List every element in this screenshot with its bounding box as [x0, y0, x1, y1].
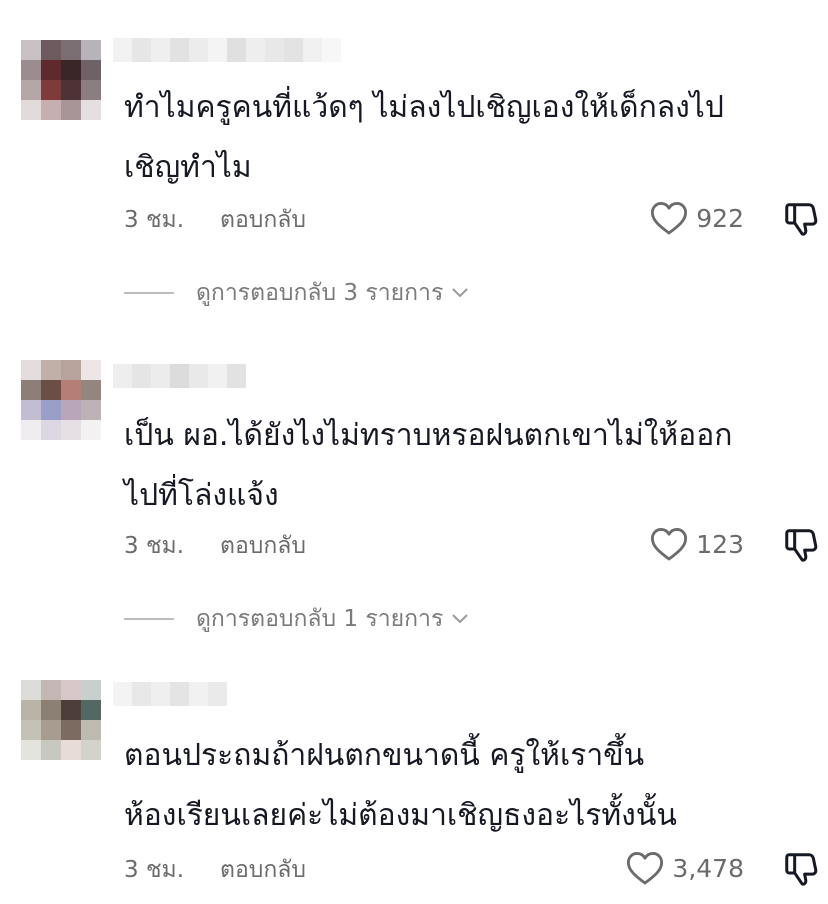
avatar[interactable] [21, 40, 101, 120]
view-replies-button[interactable]: ดูการตอบกลับ 3 รายการ [124, 276, 469, 310]
avatar[interactable] [21, 680, 101, 760]
heart-outline-icon [651, 528, 688, 561]
reply-button[interactable]: ตอบกลับ [220, 202, 306, 238]
divider-line [124, 292, 174, 294]
like-count: 123 [696, 529, 744, 559]
divider-line [124, 618, 174, 620]
username-blurred[interactable] [113, 38, 341, 62]
like-button[interactable]: 922 [650, 200, 744, 236]
reply-button[interactable]: ตอบกลับ [220, 852, 306, 888]
comment-text-line: เชิญทำไม [124, 150, 252, 185]
like-button[interactable]: 123 [650, 526, 744, 562]
comment-text-line: เป็น ผอ.ได้ยังไงไม่ทราบหรอฝนตกเขาไม่ให้อ… [124, 418, 733, 453]
reply-button[interactable]: ตอบกลับ [220, 528, 306, 564]
comment-text: ทำไมครูคนที่แว้ดๆ ไม่ลงไปเชิญเองให้เด็กล… [124, 78, 814, 198]
comment-text-line: ทำไมครูคนที่แว้ดๆ ไม่ลงไปเชิญเองให้เด็กล… [124, 90, 724, 125]
thumbs-down-icon[interactable] [782, 200, 820, 238]
view-replies-label: ดูการตอบกลับ 1 รายการ [196, 606, 444, 632]
comment-text: ตอนประถมถ้าฝนตกขนาดนี้ ครูให้เราขึ้น ห้อ… [124, 726, 814, 846]
view-replies-label: ดูการตอบกลับ 3 รายการ [196, 280, 444, 306]
view-replies-button[interactable]: ดูการตอบกลับ 1 รายการ [124, 602, 469, 636]
avatar[interactable] [21, 360, 101, 440]
comment-text-line: ห้องเรียนเลยค่ะไม่ต้องมาเชิญธงอะไรทั้งนั… [124, 798, 677, 833]
heart-outline-icon [651, 202, 688, 235]
comment-text-line: ตอนประถมถ้าฝนตกขนาดนี้ ครูให้เราขึ้น [124, 738, 645, 773]
comment-time: 3 ชม. [124, 857, 185, 883]
comment-time: 3 ชม. [124, 533, 185, 559]
comment-text: เป็น ผอ.ได้ยังไงไม่ทราบหรอฝนตกเขาไม่ให้อ… [124, 406, 814, 526]
chevron-down-icon [452, 614, 469, 624]
thumbs-down-icon[interactable] [782, 526, 820, 564]
username-blurred[interactable] [113, 364, 246, 388]
like-button[interactable]: 3,478 [626, 850, 744, 886]
username-blurred[interactable] [113, 682, 227, 706]
like-count: 922 [696, 203, 744, 233]
comment-time: 3 ชม. [124, 207, 185, 233]
thumbs-down-icon[interactable] [782, 850, 820, 888]
chevron-down-icon [452, 288, 469, 298]
comment-text-line: ไปที่โล่งแจ้ง [124, 478, 279, 513]
like-count: 3,478 [672, 853, 744, 883]
heart-outline-icon [627, 852, 664, 885]
